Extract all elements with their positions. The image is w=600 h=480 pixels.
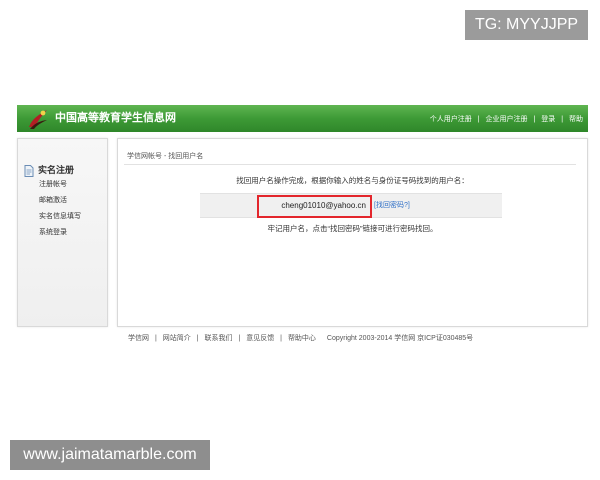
recover-password-link[interactable]: [找回密码?] [374,194,410,217]
site-title[interactable]: 中国高等教育学生信息网 [55,105,176,132]
document-icon [24,164,34,177]
sidebar-heading: 实名注册 [38,165,75,175]
sidebar: 实名注册 注册帐号 邮箱激活 实名信息填写 系统登录 [17,138,108,327]
footer-link-about[interactable]: 网站简介 [163,335,191,342]
personal-register-link[interactable]: 个人用户注册 [430,116,472,123]
breadcrumb-divider [124,164,576,165]
breadcrumb: 学信网帐号 - 找回用户名 [127,153,204,160]
watermark-bottom-left: www.jaimatamarble.com [10,440,210,470]
login-link[interactable]: 登录 [541,116,555,123]
hint-text: 牢记用户名，点击“找回密码”链接可进行密码找回。 [267,224,438,233]
red-highlight-box [257,195,372,218]
footer-link-home[interactable]: 学信网 [128,335,149,342]
nav-separator: | [533,116,536,123]
result-message: 找回用户名操作完成，根据你输入的姓名与身份证号码找到的用户名： [236,176,469,185]
footer-separator: | [238,335,241,342]
site-header: 中国高等教育学生信息网 个人用户注册 | 企业用户注册 | 登录 | 帮助 [17,105,588,132]
main-panel: 学信网帐号 - 找回用户名 找回用户名操作完成，根据你输入的姓名与身份证号码找到… [117,138,588,327]
sidebar-item-register-account[interactable]: 注册帐号 [39,177,81,193]
header-nav: 个人用户注册 | 企业用户注册 | 登录 | 帮助 [430,106,583,133]
help-link[interactable]: 帮助 [569,116,583,123]
enterprise-register-link[interactable]: 企业用户注册 [486,116,528,123]
site-footer: 学信网 | 网站简介 | 联系我们 | 意见反馈 | 帮助中心 Copyrigh… [128,334,473,344]
sidebar-item-email-activation[interactable]: 邮箱激活 [39,193,81,209]
watermark-top-right: TG: MYYJJPP [465,10,588,40]
sidebar-item-real-name-info[interactable]: 实名信息填写 [39,209,81,225]
footer-separator: | [154,335,157,342]
nav-separator: | [477,116,480,123]
footer-separator: | [280,335,282,342]
footer-link-feedback[interactable]: 意见反馈 [246,335,274,342]
site-logo[interactable] [26,107,50,130]
sidebar-item-system-login[interactable]: 系统登录 [39,225,81,241]
footer-link-help[interactable]: 帮助中心 [288,335,316,342]
nav-separator: | [561,116,564,123]
sidebar-menu: 注册帐号 邮箱激活 实名信息填写 系统登录 [39,177,81,241]
footer-separator: | [196,335,199,342]
copyright-text: Copyright 2003-2014 学信网 京ICP证030485号 [326,335,474,342]
footer-link-contact[interactable]: 联系我们 [204,335,232,342]
